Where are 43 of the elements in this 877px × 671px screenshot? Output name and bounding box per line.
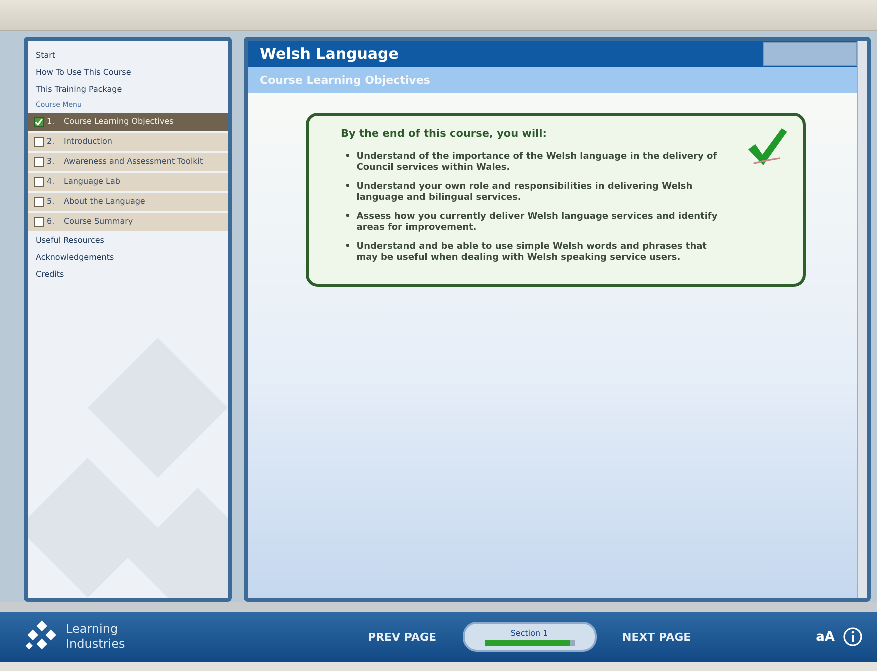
item-number: 3. <box>47 157 56 166</box>
section-label: Section 1 <box>510 628 548 638</box>
item-number: 6. <box>47 217 56 226</box>
item-label: Awareness and Assessment Toolkit <box>64 157 204 166</box>
objective-item: Assess how you currently deliver Welsh language services and identify areas for improvement. <box>356 212 719 234</box>
item-label: Course Summary <box>64 217 134 226</box>
sidebar-link[interactable]: Credits <box>28 266 228 283</box>
sidebar-link[interactable]: Acknowledgements <box>28 249 228 266</box>
objective-item: Understand of the importance of the Welsh language in the delivery of Council services within Wales. <box>356 152 718 174</box>
menu-item[interactable]: 1. Course Learning Objectives <box>28 113 228 131</box>
item-label: Language Lab <box>64 177 122 186</box>
logo-text: Industries <box>66 637 126 652</box>
logo-text: Learning <box>66 622 120 637</box>
bullet: • <box>345 182 351 194</box>
bullet: • <box>345 242 351 254</box>
item-number: 2. <box>47 137 56 146</box>
menu-item[interactable]: 2. Introduction <box>28 133 228 151</box>
objective-item: Understand and be able to use simple Welsh words and phrases that may be useful when dealing with Welsh speaking service users. <box>356 242 708 264</box>
sidebar-link[interactable]: Useful Resources <box>28 232 228 249</box>
next-page-button[interactable]: NEXT PAGE <box>618 626 696 648</box>
menu-item[interactable]: 3. Awareness and Assessment Toolkit <box>28 153 228 171</box>
item-number: 4. <box>47 177 56 186</box>
sidebar-link[interactable]: This Training Package <box>28 81 228 98</box>
bullet: • <box>345 212 351 224</box>
toolbar-button[interactable] <box>763 42 857 66</box>
font-size-button[interactable]: aA <box>816 630 835 644</box>
item-number: 5. <box>47 197 56 206</box>
sidebar-link[interactable]: How To Use This Course <box>28 64 228 81</box>
bullet: • <box>345 152 351 164</box>
sidebar-link[interactable]: Start <box>28 47 228 64</box>
info-icon[interactable] <box>843 627 863 647</box>
course-title: Welsh Language <box>260 45 399 63</box>
item-label: Course Learning Objectives <box>64 117 175 126</box>
item-label: Introduction <box>64 137 114 146</box>
prev-page-button[interactable]: PREV PAGE <box>364 626 440 648</box>
menu-item[interactable]: 4. Language Lab <box>28 173 228 191</box>
item-label: About the Language <box>64 197 146 206</box>
menu-item[interactable]: 6. Course Summary <box>28 213 228 231</box>
menu-item[interactable]: 5. About the Language <box>28 193 228 211</box>
objectives-intro: By the end of this course, you will: <box>341 128 548 140</box>
objective-item: Understand your own role and responsibilities in delivering Welsh language and bilingual services. <box>356 182 694 204</box>
item-number: 1. <box>47 117 56 126</box>
page-title: Course Learning Objectives <box>260 74 430 86</box>
